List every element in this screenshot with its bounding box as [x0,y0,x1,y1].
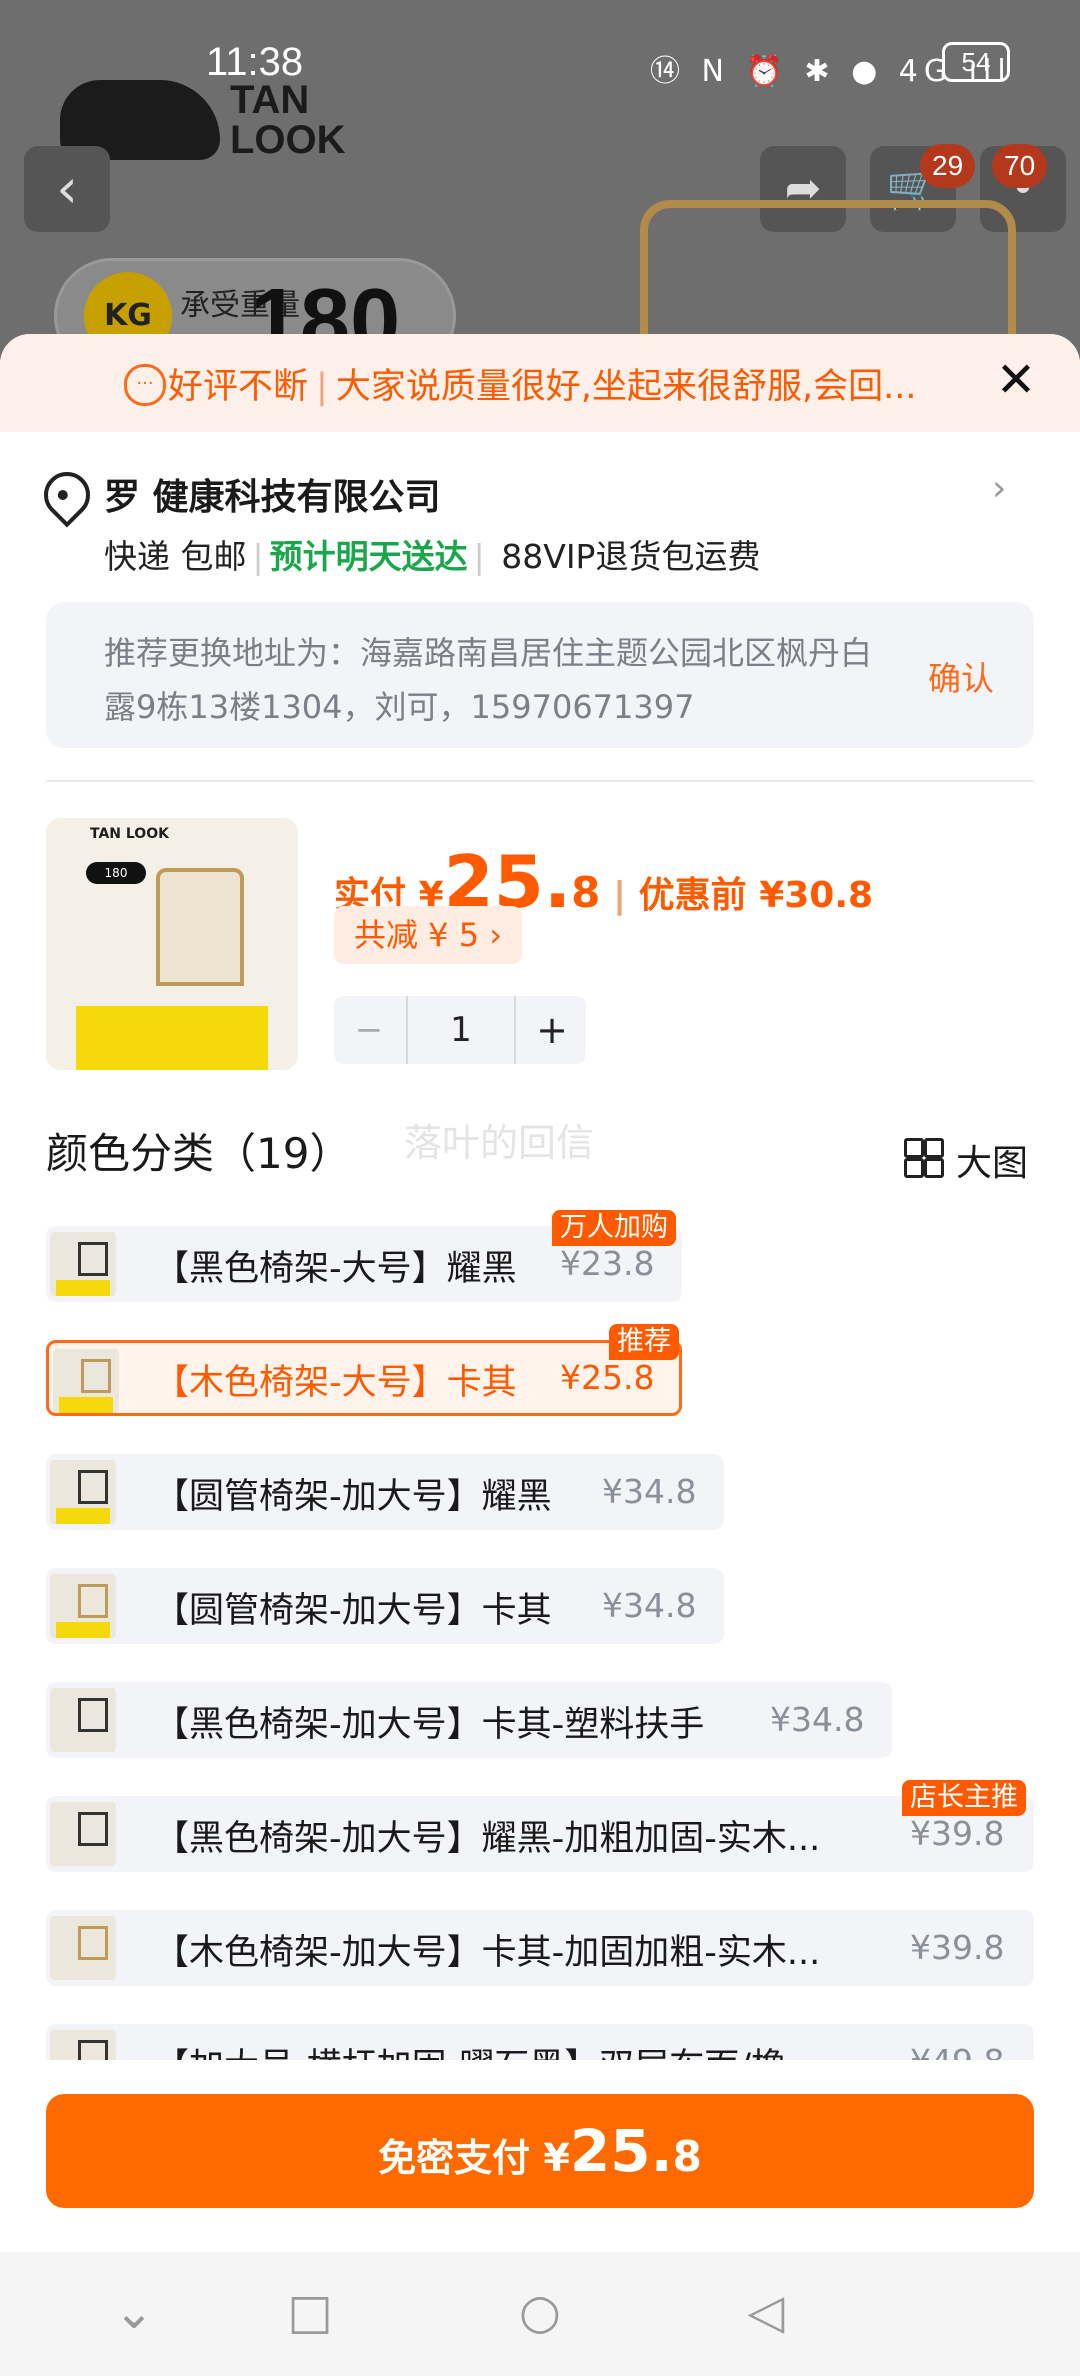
option-item[interactable]: 【圆管椅架-加大号】耀黑 ¥34.8 [46,1454,724,1530]
chat-bubble-icon: ··· [124,364,166,406]
option-thumb [53,1349,119,1413]
confirm-button[interactable]: 确认 [928,652,994,700]
option-price: ¥49.8 [910,2042,1004,2060]
nav-down-icon[interactable]: ⌄ [104,2282,164,2342]
shipping-info: 快递 包邮 | 预计明天送达 | 88VIP退货包运费 [104,537,761,576]
option-item-selected[interactable]: 【木色椅架-大号】卡其 ¥25.8 推荐 [46,1324,682,1416]
option-tag: 店长主推 [902,1780,1026,1816]
product-gallery-backdrop: 11:38 ⑭ N ⏰ ✱ ● 4G ıll 54 TAN LOOK ‹ ➦ 🛒… [0,0,1080,360]
quantity-stepper: − 1 + [334,996,586,1064]
price-dec: 8 [571,868,601,917]
option-thumb [50,1688,116,1752]
suggestion-text: 推荐更换地址为：海嘉路南昌居住主题公园北区枫丹白露9栋13楼1304，刘可，15… [104,634,873,726]
option-thumb [50,2030,116,2060]
address-name[interactable]: 罗 健康科技有限公司 [104,468,441,520]
close-icon[interactable]: ✕ [990,354,1042,406]
option-label: 【黑色椅架-大号】耀黑 [154,1249,517,1289]
option-thumb [50,1460,116,1524]
pay-button[interactable]: 免密支付 ¥25.8 [46,2094,1034,2208]
option-item[interactable]: 【加大号-横杆加固-曜石黑】双层布面/橡 ¥49.8 [46,2024,1034,2060]
option-item[interactable]: 【黑色椅架-加大号】卡其-塑料扶手 ¥34.8 [46,1682,892,1758]
option-price: ¥39.8 [910,1814,1005,1853]
product-thumbnail[interactable]: TAN LOOK 180 [46,818,298,1070]
home-icon[interactable]: ○ [510,2282,570,2342]
thumb-banner [76,1006,268,1070]
options-title: 颜色分类（19） [46,1129,352,1178]
address-suggestion: 推荐更换地址为：海嘉路南昌居住主题公园北区枫丹白露9栋13楼1304，刘可，15… [46,602,1034,748]
vip-return: 88VIP退货包运费 [501,537,761,576]
back-button[interactable]: ‹ [24,146,110,232]
option-label: 【圆管椅架-加大号】卡其 [154,1591,552,1631]
watermark: 落叶的回信 [404,1121,595,1165]
chevron-right-icon[interactable]: › [992,468,1006,509]
option-price: ¥23.8 [560,1244,655,1283]
option-label: 【木色椅架-加大号】卡其-加固加粗-实木... [154,1933,821,1973]
grid-icon[interactable] [904,1138,944,1178]
thumb-kg-badge: 180 [86,862,146,884]
cart-count-badge: 29 [920,144,976,188]
location-pin-icon [34,462,100,528]
option-label: 【圆管椅架-加大号】耀黑 [154,1477,552,1517]
option-item[interactable]: 【圆管椅架-加大号】卡其 ¥34.8 [46,1568,724,1644]
brand-name: TAN LOOK [230,78,346,162]
chevron-left-icon: ‹ [56,157,78,220]
option-tag: 推荐 [609,1324,679,1360]
thumb-chair [156,868,244,986]
options-clip: 【加大号-横杆加固-曜石黑】双层布面/橡 ¥49.8 [0,2024,1080,2060]
message-count-badge: 70 [992,144,1048,188]
option-price: ¥34.8 [602,1472,697,1511]
back-nav-icon[interactable]: ◁ [736,2282,796,2342]
option-item[interactable]: 【黑色椅架-加大号】耀黑-加粗加固-实木... ¥39.8 店长主推 [46,1780,1034,1872]
review-prefix: 好评不断 [168,367,309,407]
divider [46,780,1034,782]
delivery-estimate: 预计明天送达 [269,537,468,576]
option-item[interactable]: 【木色椅架-加大号】卡其-加固加粗-实木... ¥39.8 [46,1910,1034,1986]
before-label: 优惠前 [638,875,747,916]
increase-button[interactable]: + [518,996,586,1064]
pay-button-price-dec: 8 [672,2132,702,2181]
pay-button-currency: ¥ [543,2136,570,2180]
option-thumb [50,1802,116,1866]
option-price: ¥39.8 [910,1928,1005,1967]
option-price: ¥25.8 [560,1358,655,1397]
option-label: 【黑色椅架-加大号】耀黑-加粗加固-实木... [154,1819,821,1859]
discount-pill[interactable]: 共减 ¥ 5 › [334,906,523,964]
review-text: 好评不断 | 大家说质量很好,坐起来很舒服,会回... [168,367,917,407]
system-nav-bar: ⌄ □ ○ ◁ [0,2252,1080,2376]
thumb-logo: TAN LOOK [90,826,169,842]
ship-method: 快递 包邮 [104,537,247,576]
big-view-toggle[interactable]: 大图 [956,1134,1028,1186]
option-label: 【加大号-横杆加固-曜石黑】双层布面/橡 [154,2038,786,2060]
option-item[interactable]: 【黑色椅架-大号】耀黑 ¥23.8 万人加购 [46,1210,682,1302]
option-label: 【黑色椅架-加大号】卡其-塑料扶手 [154,1705,705,1745]
review-banner[interactable]: ··· 好评不断 | 大家说质量很好,坐起来很舒服,会回... ✕ [0,334,1080,432]
decrease-button[interactable]: − [334,996,404,1064]
option-label: 【木色椅架-大号】卡其 [154,1363,517,1403]
option-price: ¥34.8 [602,1586,697,1625]
purchase-sheet: ··· 好评不断 | 大家说质量很好,坐起来很舒服,会回... ✕ 罗 健康科技有限… [0,334,1080,2376]
option-price: ¥34.8 [770,1700,865,1739]
quantity-value[interactable]: 1 [406,996,516,1064]
option-thumb [50,1232,116,1296]
option-tag: 万人加购 [552,1210,676,1246]
option-thumb [50,1574,116,1638]
battery-icon: 54 [942,42,1010,82]
review-body: 大家说质量很好,坐起来很舒服,会回... [335,367,917,407]
before-price: ¥30.8 [759,875,874,916]
pay-button-label: 免密支付 [378,2136,531,2180]
pay-button-price-int: 25. [569,2117,673,2185]
option-thumb [50,1916,116,1980]
recents-icon[interactable]: □ [280,2282,340,2342]
